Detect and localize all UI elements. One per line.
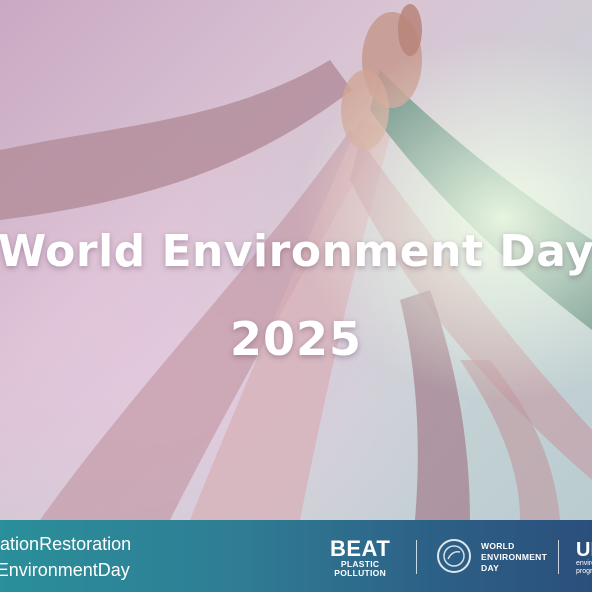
un-logo-line2: programme: [576, 568, 592, 575]
un-logo-mark: UN: [576, 539, 592, 561]
wed-logo-line2: ENVIRONMENT: [481, 552, 548, 562]
hashtag-world-environment-day: #WorldEnvironmentDay: [0, 560, 130, 580]
wed-logo-text: WORLD ENVIRONMENT DAY: [481, 541, 547, 574]
headline-year: 2025: [229, 312, 363, 366]
world-environment-day-logo: WORLD ENVIRONMENT DAY: [437, 539, 549, 575]
beat-logo-pollution: POLLUTION: [334, 567, 387, 578]
footer-banner: #GenerationRestoration #WorldEnvironment…: [0, 520, 592, 592]
wed-logo-line1: WORLD: [481, 541, 515, 551]
beat-plastic-pollution-logo: BEAT PLASTIC POLLUTION: [330, 538, 390, 577]
hero-photo: World Environment Day 2025: [0, 0, 592, 520]
logo-divider: [558, 540, 559, 574]
beat-logo-word: BEAT: [330, 536, 391, 561]
logo-divider: [416, 540, 417, 574]
hashtag-group: #GenerationRestoration #WorldEnvironment…: [0, 520, 140, 592]
globe-icon: [437, 539, 471, 573]
un-environment-logo: UN environment programme: [576, 540, 592, 576]
hashtag-generation-restoration: #GenerationRestoration: [0, 534, 132, 554]
un-logo-line1: environment: [576, 560, 592, 567]
headline-line-1: World Environment Day: [0, 226, 592, 277]
wed-logo-line3: DAY: [481, 563, 500, 573]
